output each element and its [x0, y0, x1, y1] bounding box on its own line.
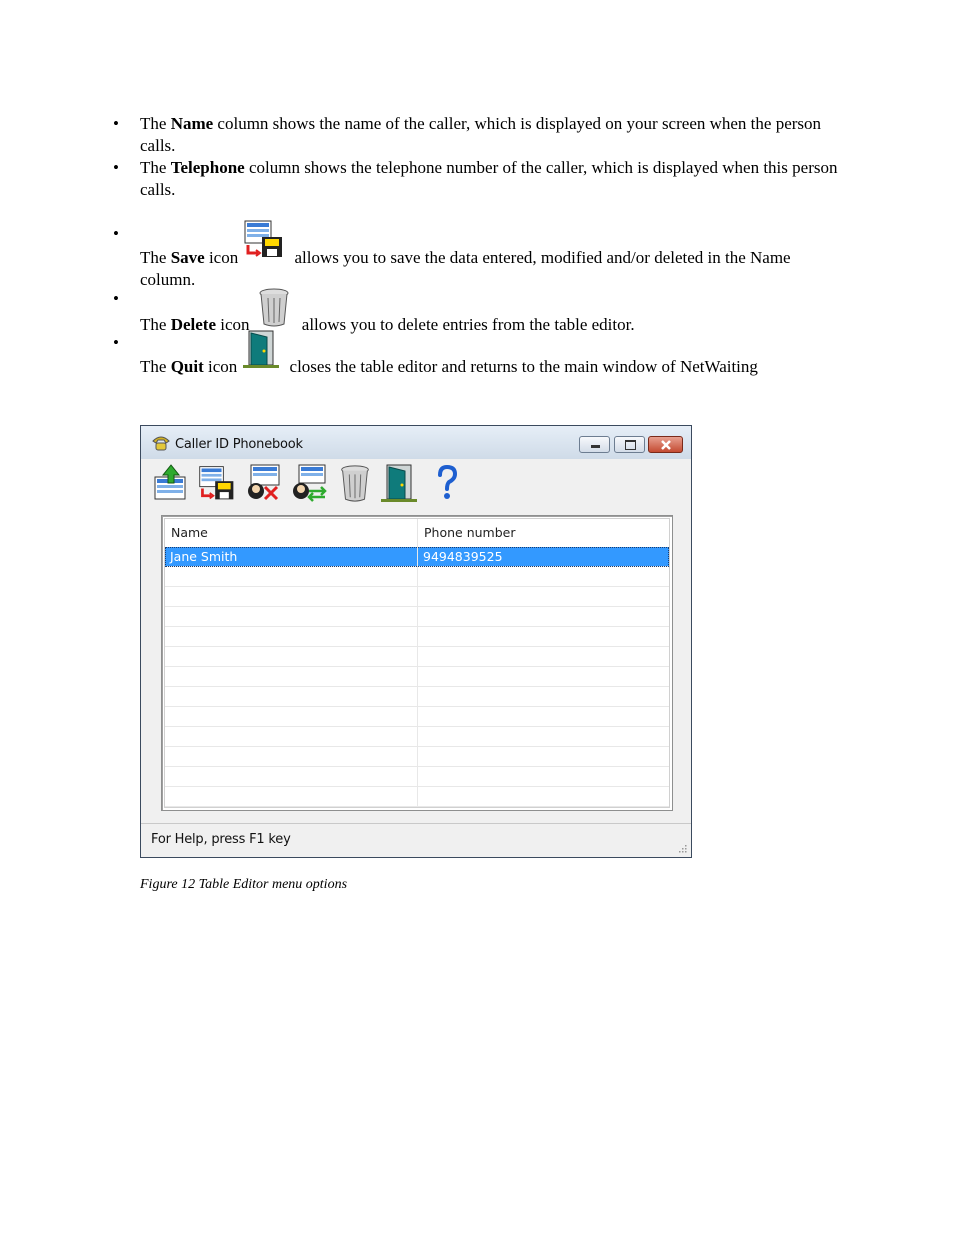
- import-button[interactable]: [153, 463, 193, 503]
- save-icon: [242, 219, 286, 265]
- close-icon: [661, 440, 671, 450]
- cell-empty[interactable]: [418, 687, 669, 706]
- quit-door-icon: [241, 329, 281, 375]
- maximize-button[interactable]: [614, 436, 645, 453]
- cell-empty[interactable]: [418, 567, 669, 586]
- table-row-empty[interactable]: [165, 787, 669, 807]
- text: column shows the name of the caller, whi…: [140, 114, 822, 155]
- transfer-icon: [293, 464, 327, 502]
- cell-empty[interactable]: [418, 707, 669, 726]
- phone-app-icon: [151, 435, 171, 455]
- term: Name: [170, 114, 214, 133]
- trash-icon: [341, 465, 369, 502]
- bullet-dot: •: [113, 333, 119, 352]
- cell-name[interactable]: Jane Smith: [165, 547, 418, 566]
- cell-empty[interactable]: [165, 567, 418, 586]
- term: Quit: [170, 357, 204, 376]
- term: Telephone: [170, 158, 245, 177]
- term: Save: [170, 248, 205, 267]
- save-icon: [199, 466, 234, 500]
- table-row-empty[interactable]: [165, 727, 669, 747]
- cell-empty[interactable]: [418, 727, 669, 746]
- delete-button[interactable]: [335, 463, 375, 503]
- column-header-phone[interactable]: Phone number: [418, 519, 669, 547]
- bullet-dot: •: [113, 289, 119, 308]
- cell-empty[interactable]: [418, 587, 669, 606]
- delete-entry-button[interactable]: [243, 463, 283, 503]
- text: The: [140, 114, 171, 133]
- client-area: Name Phone number Jane Smith 9494839525: [141, 507, 691, 823]
- table-row-empty[interactable]: [165, 647, 669, 667]
- cell-empty[interactable]: [418, 667, 669, 686]
- maximize-icon: [625, 440, 636, 450]
- cell-empty[interactable]: [165, 767, 418, 786]
- save-button[interactable]: [197, 463, 237, 503]
- status-text: For Help, press F1 key: [151, 832, 291, 847]
- cell-empty[interactable]: [418, 607, 669, 626]
- table-row[interactable]: Jane Smith 9494839525: [165, 547, 669, 567]
- text: The: [140, 357, 171, 376]
- table-row-empty[interactable]: [165, 567, 669, 587]
- cell-empty[interactable]: [165, 647, 418, 666]
- cell-empty[interactable]: [418, 787, 669, 806]
- bullet-dot: •: [113, 224, 119, 243]
- cell-empty[interactable]: [165, 587, 418, 606]
- cell-empty[interactable]: [418, 627, 669, 646]
- cell-empty[interactable]: [165, 667, 418, 686]
- text: The: [140, 158, 171, 177]
- minimize-button[interactable]: [579, 436, 610, 453]
- close-button[interactable]: [648, 436, 683, 453]
- text: icon: [203, 357, 238, 376]
- cell-empty[interactable]: [165, 607, 418, 626]
- figure-caption: Figure 12 Table Editor menu options: [140, 877, 348, 892]
- cell-empty[interactable]: [165, 727, 418, 746]
- table-row-empty[interactable]: [165, 587, 669, 607]
- phonebook-table[interactable]: Name Phone number Jane Smith 9494839525: [161, 515, 673, 811]
- cell-phone[interactable]: 9494839525: [418, 547, 669, 566]
- status-bar: For Help, press F1 key: [141, 823, 691, 857]
- text: icon: [204, 248, 239, 267]
- table-row-empty[interactable]: [165, 667, 669, 687]
- resize-grip-icon[interactable]: [677, 843, 687, 853]
- cell-empty[interactable]: [165, 747, 418, 766]
- quit-button[interactable]: [379, 463, 419, 503]
- delete-entry-icon: [248, 464, 280, 501]
- table-row-empty[interactable]: [165, 687, 669, 707]
- bullet-dot: •: [113, 158, 119, 177]
- caller-id-phonebook-window: Caller ID Phonebook Name Phone number Ja…: [140, 425, 692, 858]
- bullet-dot: •: [113, 114, 119, 133]
- cell-empty[interactable]: [165, 687, 418, 706]
- cell-empty[interactable]: [165, 707, 418, 726]
- table-row-empty[interactable]: [165, 707, 669, 727]
- cell-empty[interactable]: [418, 767, 669, 786]
- minimize-icon: [591, 445, 600, 448]
- table-row-empty[interactable]: [165, 767, 669, 787]
- table-row-empty[interactable]: [165, 607, 669, 627]
- toolbar: [141, 459, 691, 507]
- window-title: Caller ID Phonebook: [175, 437, 303, 452]
- cell-empty[interactable]: [418, 647, 669, 666]
- text: The: [140, 248, 171, 267]
- title-bar[interactable]: Caller ID Phonebook: [141, 426, 691, 459]
- text: column shows the telephone number of the…: [140, 158, 838, 199]
- column-header-name[interactable]: Name: [165, 519, 418, 547]
- table-row-empty[interactable]: [165, 627, 669, 647]
- help-icon: [438, 464, 458, 499]
- trash-icon: [254, 286, 294, 334]
- quit-door-icon: [381, 464, 417, 502]
- help-button[interactable]: [427, 463, 467, 503]
- transfer-button[interactable]: [289, 463, 329, 503]
- text: closes the table editor and returns to t…: [285, 357, 758, 376]
- cell-empty[interactable]: [418, 747, 669, 766]
- table-row-empty[interactable]: [165, 747, 669, 767]
- import-icon: [154, 464, 186, 500]
- cell-empty[interactable]: [165, 627, 418, 646]
- table-header: Name Phone number: [165, 519, 669, 548]
- cell-empty[interactable]: [165, 787, 418, 806]
